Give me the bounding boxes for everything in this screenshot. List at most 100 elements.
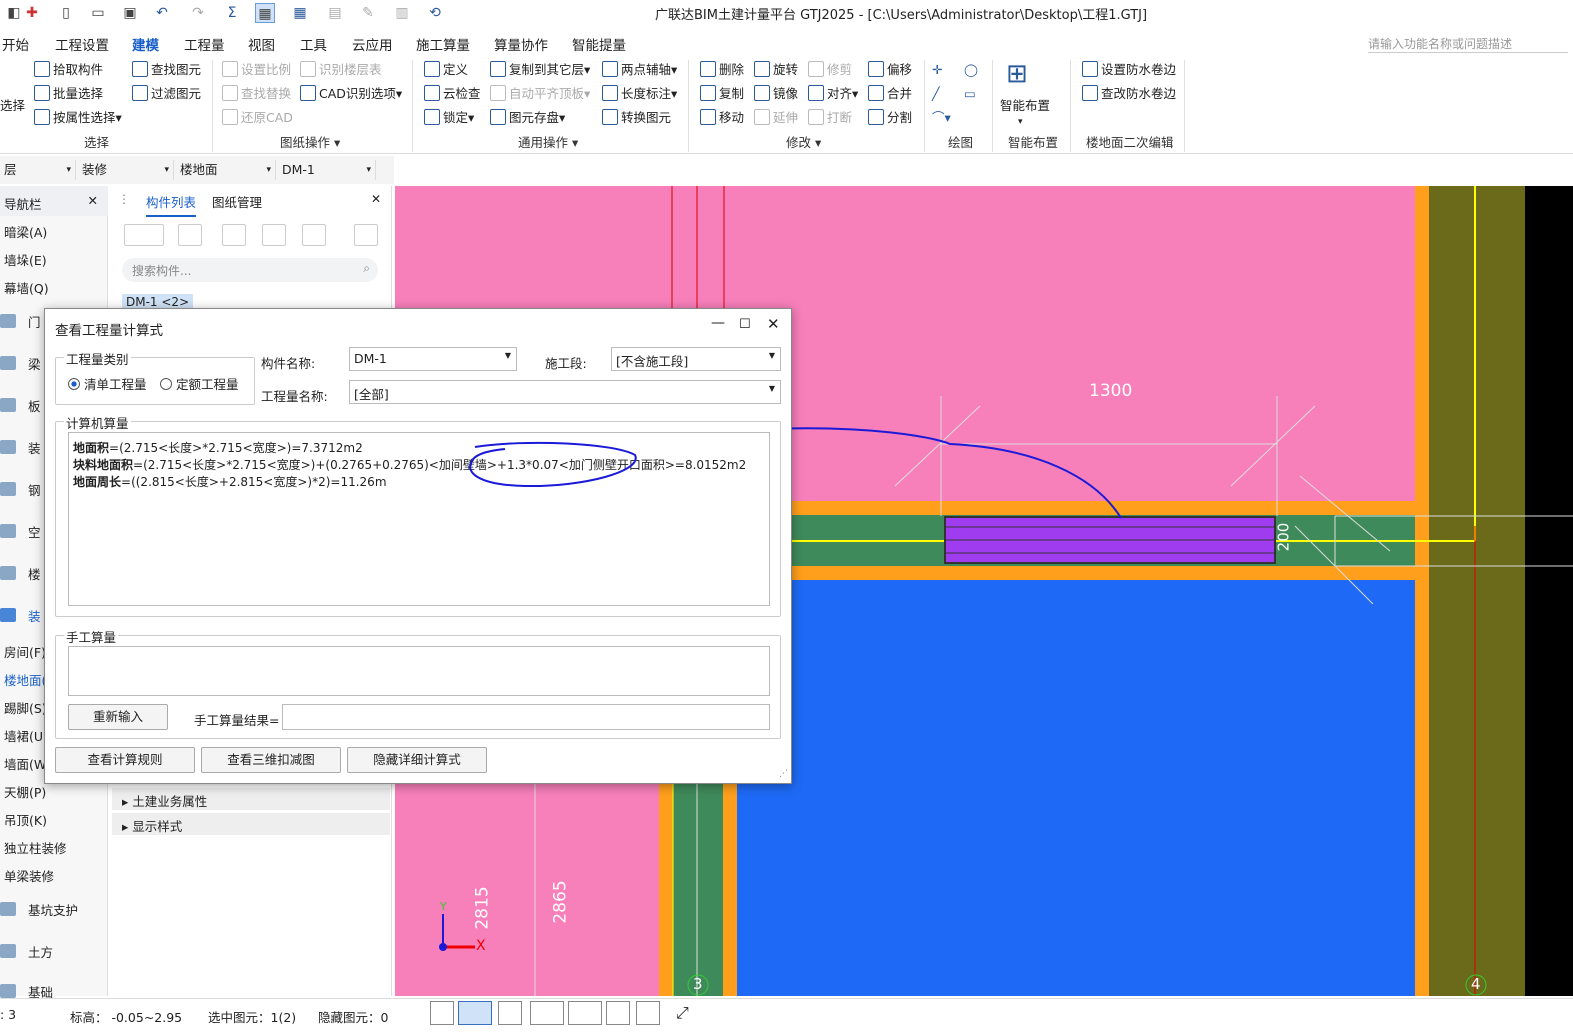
nav-item[interactable]: 土方 (28, 942, 53, 961)
radio-list-quantity[interactable]: 清单工程量 (68, 374, 147, 393)
find-replace-button[interactable]: 查找替换 (222, 84, 291, 104)
component-select[interactable]: DM-1 ▾ (278, 160, 376, 180)
drag-handle-icon[interactable]: ⋮ (118, 192, 130, 206)
minimize-icon[interactable]: — (711, 315, 725, 331)
define-button[interactable]: 定义 (424, 60, 468, 80)
smart-layout-button[interactable]: 智能布置 (1000, 96, 1050, 116)
save-icon[interactable]: ▣ (120, 3, 140, 23)
nav-item[interactable]: 墙裙(U) (4, 726, 48, 745)
menu-modeling[interactable]: 建模 (132, 34, 159, 58)
maximize-icon[interactable]: ☐ (739, 317, 751, 332)
menu-collab[interactable]: 算量协作 (494, 34, 548, 54)
split-button[interactable]: 分割 (868, 108, 912, 128)
nav-item[interactable]: 装 (28, 606, 41, 625)
two-point-axis-button[interactable]: 两点辅轴▾ (602, 60, 677, 80)
menu-tools[interactable]: 工具 (300, 34, 327, 54)
menu-project-settings[interactable]: 工程设置 (55, 34, 109, 54)
close-icon[interactable]: ✕ (88, 193, 98, 208)
display-toggle[interactable] (606, 1001, 630, 1025)
save-element-button[interactable]: 图元存盘▾ (490, 108, 565, 128)
align-button[interactable]: 对齐▾ (808, 84, 858, 104)
smart-layout-dropdown-icon[interactable]: ▾ (1018, 112, 1023, 132)
prop-group-display[interactable]: ▸ 显示样式 (112, 813, 390, 835)
formula-textarea[interactable]: 地面积=(2.715<长度>*2.715<宽度>)=7.3712m2 块料地面积… (68, 432, 770, 606)
convert-element-button[interactable]: 转换图元 (602, 108, 671, 128)
merge-button[interactable]: 合并 (868, 84, 912, 104)
component-search-input[interactable]: 搜索构件... ⌕ (122, 258, 378, 282)
nav-item[interactable]: 空 (28, 522, 41, 541)
new-icon[interactable]: ✚ (22, 3, 42, 23)
copy-to-floor-button[interactable]: 复制到其它层▾ (490, 60, 590, 80)
function-search-input[interactable]: 请输入功能名称或问题描述 (1368, 35, 1568, 53)
tab-drawing-management[interactable]: 图纸管理 (212, 192, 262, 211)
component-save-button[interactable] (302, 224, 326, 246)
group-general[interactable]: 通用操作 ▾ (518, 132, 578, 151)
nav-item[interactable]: 独立柱装修 (4, 838, 67, 857)
nav-item[interactable]: 板 (28, 396, 41, 415)
cloud-check-button[interactable]: 云检查 (424, 84, 481, 104)
floor-select[interactable]: 层 ▾ (0, 160, 76, 180)
nav-item[interactable]: 吊顶(K) (4, 810, 47, 829)
view-rules-button[interactable]: 查看计算规则 (55, 747, 195, 773)
view-3d-deduction-button[interactable]: 查看三维扣减图 (201, 747, 341, 773)
menu-construction[interactable]: 施工算量 (416, 34, 470, 54)
trim-button[interactable]: 修剪 (808, 60, 852, 80)
undo-icon[interactable]: ↶ (152, 3, 172, 23)
length-dim-button[interactable]: 长度标注▾ (602, 84, 677, 104)
pick-button[interactable]: 拾取构件 (34, 60, 103, 80)
close-icon[interactable]: ✕ (371, 192, 381, 206)
nav-item-active[interactable]: 楼地面( (4, 670, 46, 689)
more-button[interactable] (354, 224, 378, 246)
component-name-select[interactable]: DM-1 ▼ (349, 347, 517, 371)
manual-result-input[interactable] (282, 704, 770, 730)
menu-smart[interactable]: 智能提量 (572, 34, 626, 54)
manual-textarea[interactable] (68, 646, 770, 696)
rotate-button[interactable]: 旋转 (754, 60, 798, 80)
snap-toggle[interactable] (458, 1001, 492, 1025)
table-icon[interactable]: ▥ (392, 3, 412, 23)
copy-button[interactable]: 复制 (700, 84, 744, 104)
fullscreen-icon[interactable]: ⤢ (676, 1003, 689, 1023)
arc-draw-icon[interactable]: ⌒▾ (932, 108, 951, 128)
nav-item[interactable]: 楼 (28, 564, 41, 583)
cad-options-button[interactable]: CAD识别选项▾ (300, 84, 402, 104)
offset-button[interactable]: 偏移 (868, 60, 912, 80)
menu-view[interactable]: 视图 (248, 34, 275, 54)
nav-item[interactable]: 梁 (28, 354, 41, 373)
quantity-name-select[interactable]: [全部] ▼ (349, 380, 781, 404)
arc-toggle[interactable] (636, 1001, 660, 1025)
identify-floors-button[interactable]: 识别楼层表 (300, 60, 382, 80)
set-scale-button[interactable]: 设置比例 (222, 60, 291, 80)
prop-group-civil[interactable]: ▸ 土建业务属性 (112, 788, 390, 810)
circle-draw-icon[interactable]: ◯ (964, 60, 978, 80)
nav-item[interactable]: 钢 (28, 480, 41, 499)
nav-item[interactable]: 墙垛(E) (4, 250, 47, 269)
group-modify[interactable]: 修改 ▾ (786, 132, 821, 151)
draw-icon[interactable]: ✎ (358, 3, 378, 23)
sum-icon[interactable]: Σ (222, 3, 242, 23)
close-icon[interactable]: ✕ (767, 315, 780, 333)
rect-draw-icon[interactable]: ▭ (964, 84, 976, 104)
restore-cad-button[interactable]: 还原CAD (222, 108, 293, 128)
nav-item[interactable]: 门 (28, 312, 41, 331)
dynamic-input-toggle[interactable] (568, 1001, 602, 1025)
nav-item[interactable]: 装 (28, 438, 41, 457)
group-drawing[interactable]: 图纸操作 ▾ (280, 132, 340, 151)
filter-element-button[interactable]: 过滤图元 (132, 84, 201, 104)
delete-component-button[interactable] (222, 224, 246, 246)
set-waterproof-button[interactable]: 设置防水卷边 (1082, 60, 1176, 80)
stage-select[interactable]: [不含施工段] ▼ (611, 347, 781, 371)
auto-level-button[interactable]: 自动平齐顶板▾ (490, 84, 590, 104)
radio-quota-quantity[interactable]: 定额工程量 (160, 374, 239, 393)
copy-component-button[interactable] (178, 224, 202, 246)
break-button[interactable]: 打断 (808, 108, 852, 128)
resize-grip-icon[interactable]: ⋰ (779, 769, 788, 779)
delete-button[interactable]: 删除 (700, 60, 744, 80)
move-button[interactable]: 移动 (700, 108, 744, 128)
find-element-button[interactable]: 查找图元 (132, 60, 201, 80)
select-large-button[interactable]: 选择 (0, 96, 25, 116)
cross-snap-toggle[interactable] (498, 1001, 522, 1025)
category-select[interactable]: 装修 ▾ (78, 160, 174, 180)
nav-item[interactable]: 墙面(W (4, 754, 46, 773)
menu-quantity[interactable]: 工程量 (184, 34, 225, 54)
